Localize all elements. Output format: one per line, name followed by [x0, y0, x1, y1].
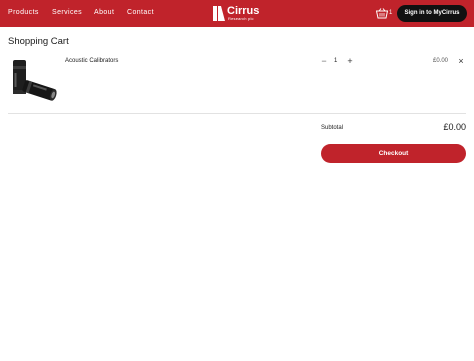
cirrus-logo-mark-icon	[213, 6, 225, 21]
top-navigation-bar: Products Services About Contact Cirrus R…	[0, 0, 474, 27]
nav-link-contact[interactable]: Contact	[127, 9, 154, 16]
nav-link-about[interactable]: About	[94, 9, 114, 16]
cart-count-badge: 1	[389, 10, 393, 16]
decrease-quantity-button[interactable]: −	[319, 56, 329, 66]
cart-divider	[8, 113, 466, 114]
cart-item-price: £0.00	[433, 58, 449, 64]
sign-in-button[interactable]: Sign in to MyCirrus	[397, 5, 467, 22]
acoustic-calibrator-product-image	[13, 60, 57, 101]
subtotal-value: £0.00	[443, 122, 466, 132]
checkout-button[interactable]: Checkout	[321, 144, 466, 163]
quantity-value: 1	[334, 58, 338, 64]
increase-quantity-button[interactable]: +	[345, 56, 355, 66]
basket-icon[interactable]	[376, 8, 388, 19]
cirrus-logo[interactable]: Cirrus Research plc	[212, 5, 264, 23]
cart-item-name[interactable]: Acoustic Calibrators	[65, 58, 118, 64]
page-title: Shopping Cart	[8, 36, 69, 47]
logo-subtitle: Research plc	[228, 16, 254, 21]
nav-link-services[interactable]: Services	[52, 9, 82, 16]
subtotal-label: Subtotal	[321, 125, 344, 131]
nav-link-products[interactable]: Products	[8, 9, 39, 16]
remove-item-icon[interactable]: ×	[456, 56, 466, 66]
